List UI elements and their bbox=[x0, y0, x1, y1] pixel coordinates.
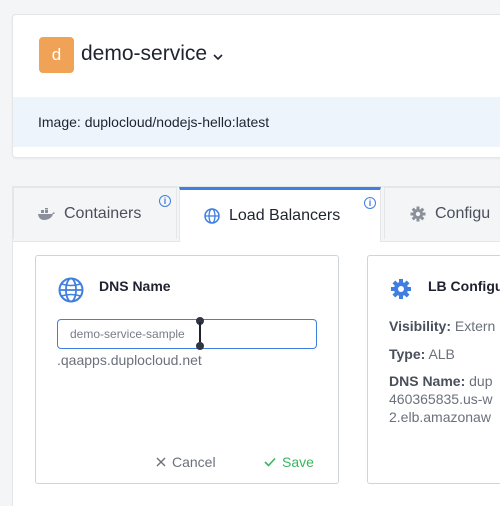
dns-name-value-line-2: 460365835.us-w bbox=[389, 391, 493, 407]
avatar-letter: d bbox=[51, 45, 62, 64]
gear-icon bbox=[410, 206, 426, 222]
tab-load-balancers-label: Load Balancers bbox=[229, 207, 341, 224]
image-label: Image: duplocloud/nodejs-hello:latest bbox=[38, 114, 270, 130]
lb-card-title: LB Configu bbox=[428, 278, 500, 294]
dns-name-row: DNS Name: dup bbox=[389, 373, 493, 389]
tab-containers-label: Containers bbox=[64, 204, 142, 222]
tabs-strip: Containers i Load Balancers i Configu bbox=[13, 187, 500, 242]
cancel-button[interactable]: Cancel bbox=[156, 454, 216, 470]
visibility-row: Visibility: Extern bbox=[389, 318, 495, 334]
tab-containers[interactable]: Containers i bbox=[13, 187, 177, 239]
globe-icon bbox=[204, 208, 220, 224]
tab-configuration[interactable]: Configu bbox=[384, 187, 500, 239]
tab-configuration-label: Configu bbox=[435, 204, 491, 222]
check-icon bbox=[264, 457, 276, 467]
type-value: ALB bbox=[428, 346, 455, 362]
service-header-card: d demo-service Image: duplocloud/nodejs-… bbox=[12, 14, 500, 158]
dns-name-value: dup bbox=[469, 373, 493, 389]
gear-icon bbox=[390, 278, 412, 305]
tabs-panel: Containers i Load Balancers i Configu DN… bbox=[12, 186, 500, 506]
info-icon[interactable]: i bbox=[159, 195, 171, 207]
dns-suffix: .qaapps.duplocloud.net bbox=[57, 352, 202, 368]
visibility-value: Extern bbox=[454, 318, 496, 334]
service-name: demo-service bbox=[81, 42, 208, 65]
tab-load-balancers[interactable]: Load Balancers i bbox=[179, 187, 381, 242]
service-selector[interactable]: demo-service bbox=[81, 41, 223, 67]
visibility-label: Visibility: bbox=[389, 318, 451, 334]
cancel-label: Cancel bbox=[172, 454, 216, 470]
image-banner: Image: duplocloud/nodejs-hello:latest bbox=[13, 97, 500, 147]
close-icon bbox=[156, 457, 166, 467]
text-cursor-handle-bottom[interactable] bbox=[196, 342, 204, 350]
service-avatar: d bbox=[39, 37, 74, 73]
text-cursor bbox=[199, 322, 201, 344]
dns-card-title: DNS Name bbox=[99, 278, 171, 294]
save-button[interactable]: Save bbox=[264, 454, 314, 470]
dns-name-input[interactable] bbox=[57, 319, 317, 349]
save-label: Save bbox=[282, 454, 314, 470]
dns-name-label: DNS Name: bbox=[389, 373, 466, 389]
type-label: Type: bbox=[389, 346, 426, 362]
type-row: Type: ALB bbox=[389, 346, 455, 362]
docker-icon bbox=[38, 207, 55, 220]
chevron-down-icon bbox=[213, 43, 223, 67]
globe-icon bbox=[58, 277, 84, 308]
lb-config-card: LB Configu Visibility: Extern Type: ALB … bbox=[367, 255, 500, 484]
dns-name-card: DNS Name .qaapps.duplocloud.net Cancel S… bbox=[35, 255, 339, 484]
dns-name-value-line-3: 2.elb.amazonaw bbox=[389, 409, 491, 425]
info-icon[interactable]: i bbox=[364, 197, 376, 209]
